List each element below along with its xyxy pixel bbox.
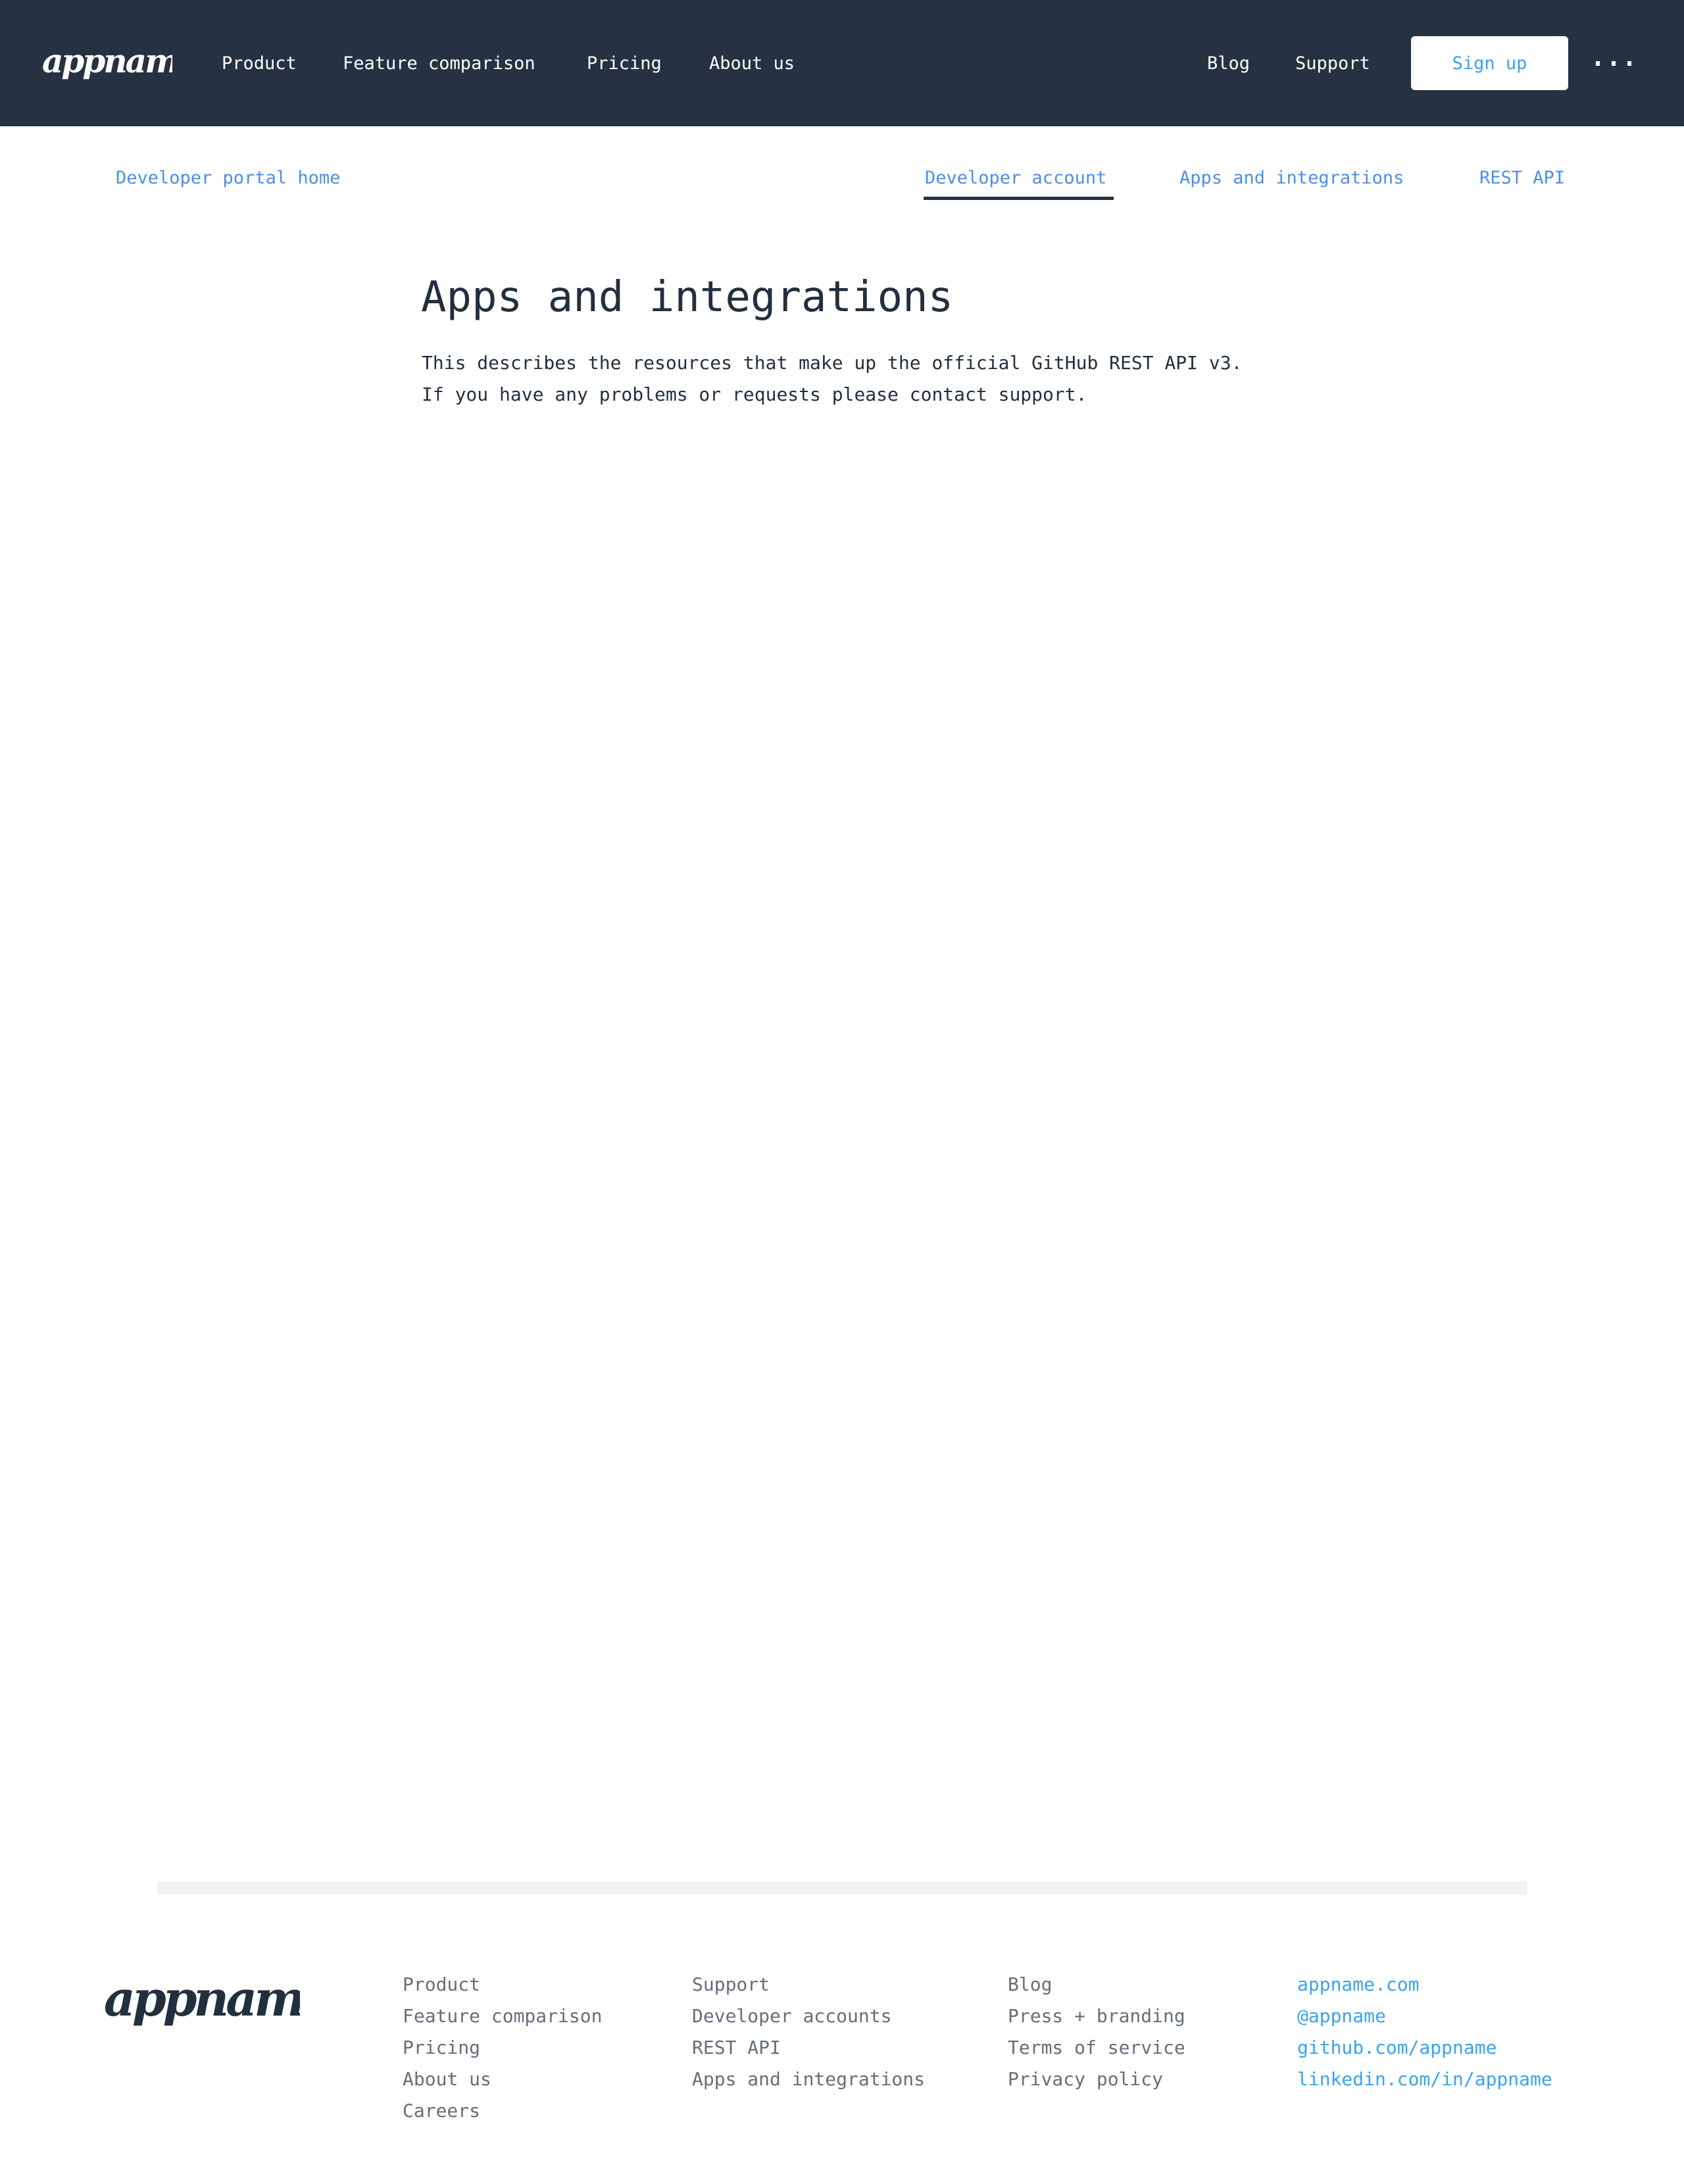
more-options-button[interactable] <box>1596 51 1631 75</box>
appname-logo[interactable]: appname <box>41 36 172 88</box>
active-tab-indicator <box>924 197 1114 200</box>
footer-link-apps-and-integrations[interactable]: Apps and integrations <box>692 2064 925 2095</box>
footer-column-social: appname.com @appname github.com/appname … <box>1297 1969 1552 2095</box>
footer-link-feature-comparison[interactable]: Feature comparison <box>403 2000 602 2032</box>
footer-link-blog[interactable]: Blog <box>1008 1969 1185 2000</box>
nav-product[interactable]: Product <box>222 53 297 75</box>
intro-line: If you have any problems or requests ple… <box>422 384 1087 405</box>
nav-support[interactable]: Support <box>1295 53 1370 75</box>
nav-feature-comparison[interactable]: Feature comparison <box>343 53 535 75</box>
footer-link-terms-of-service[interactable]: Terms of service <box>1008 2032 1185 2064</box>
footer-link-github[interactable]: github.com/appname <box>1297 2032 1552 2064</box>
footer-link-linkedin[interactable]: linkedin.com/in/appname <box>1297 2064 1552 2095</box>
footer-link-about-us[interactable]: About us <box>403 2064 602 2095</box>
intro-line: This describes the resources that make u… <box>422 352 1243 374</box>
footer-link-rest-api[interactable]: REST API <box>692 2032 925 2064</box>
more-horizontal-icon-dot <box>1627 61 1631 66</box>
footer-link-privacy-policy[interactable]: Privacy policy <box>1008 2064 1185 2095</box>
footer-link-twitter[interactable]: @appname <box>1297 2000 1552 2032</box>
footer-column-developers: Support Developer accounts REST API Apps… <box>692 1969 925 2095</box>
footer-divider <box>157 1881 1527 1895</box>
nav-pricing[interactable]: Pricing <box>587 53 662 75</box>
footer-link-careers[interactable]: Careers <box>403 2095 602 2127</box>
top-navbar: appname Product Feature comparison Prici… <box>0 0 1684 126</box>
footer-link-product[interactable]: Product <box>403 1969 602 2000</box>
tab-apps-and-integrations[interactable]: Apps and integrations <box>1179 167 1404 189</box>
footer-link-support[interactable]: Support <box>692 1969 925 2000</box>
footer-link-developer-accounts[interactable]: Developer accounts <box>692 2000 925 2032</box>
page-title: Apps and integrations <box>421 273 954 322</box>
footer-link-pricing[interactable]: Pricing <box>403 2032 602 2064</box>
tab-developer-account[interactable]: Developer account <box>925 167 1106 189</box>
more-horizontal-icon <box>1596 61 1600 66</box>
svg-text:appname: appname <box>42 41 172 80</box>
footer-appname-logo[interactable]: appname <box>103 1970 300 2035</box>
developer-portal-home-link[interactable]: Developer portal home <box>116 167 340 189</box>
footer-column-product: Product Feature comparison Pricing About… <box>403 1969 602 2127</box>
footer-link-press-branding[interactable]: Press + branding <box>1008 2000 1185 2032</box>
nav-blog[interactable]: Blog <box>1207 53 1250 75</box>
footer-column-company: Blog Press + branding Terms of service P… <box>1008 1969 1185 2095</box>
sign-up-button[interactable]: Sign up <box>1411 36 1568 90</box>
svg-text:appname: appname <box>104 1971 300 2027</box>
more-horizontal-icon-dot <box>1612 61 1616 66</box>
nav-about-us[interactable]: About us <box>709 53 795 75</box>
footer-link-website[interactable]: appname.com <box>1297 1969 1552 2000</box>
tab-rest-api[interactable]: REST API <box>1479 167 1565 189</box>
intro-text: This describes the resources that make u… <box>422 347 1242 410</box>
